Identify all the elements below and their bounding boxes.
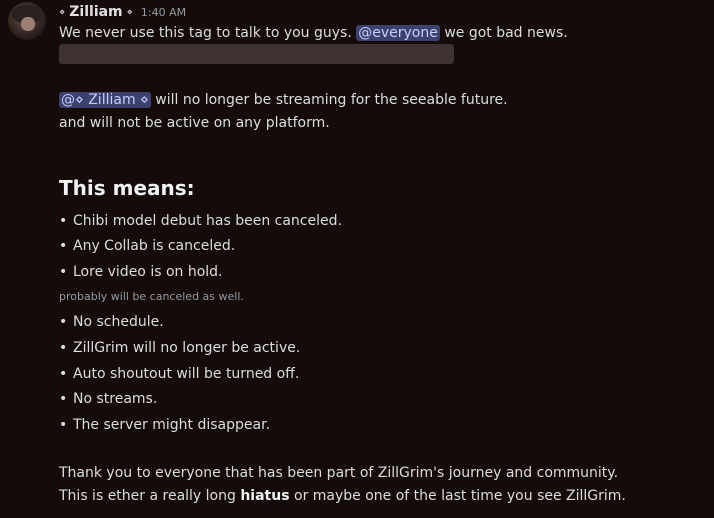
list-item: • Any Collab is canceled. xyxy=(59,237,235,255)
list-item-text: Chibi model debut has been canceled. xyxy=(73,213,342,229)
list-item-text: Lore video is on hold. xyxy=(73,264,223,280)
diamond-icon: ⋄ xyxy=(59,6,66,18)
closing-line-1: Thank you to everyone that has been part… xyxy=(59,465,619,481)
message-text: we got bad news. xyxy=(444,25,568,41)
spoiler-block[interactable] xyxy=(59,44,454,64)
subtext: probably will be canceled as well. xyxy=(59,290,244,303)
list-item: • No streams. xyxy=(59,390,157,408)
list-item-text: ZillGrim will no longer be active. xyxy=(73,340,301,356)
message-text: will no longer be streaming for the seea… xyxy=(155,92,508,108)
list-item: • ZillGrim will no longer be active. xyxy=(59,339,300,357)
list-item-text: The server might disappear. xyxy=(73,417,271,433)
message-header: ⋄ Zilliam ⋄ 1:40 AM xyxy=(59,3,186,21)
list-item-text: No schedule. xyxy=(73,314,164,330)
avatar-face xyxy=(21,17,35,31)
message-text: We never use this tag to talk to you guy… xyxy=(59,25,352,41)
message-text: This is ether a really long xyxy=(59,488,236,504)
message-line-3: and will not be active on any platform. xyxy=(59,115,330,131)
bold-text: hiatus xyxy=(240,488,290,504)
bullet-icon: • xyxy=(59,391,68,407)
bullet-icon: • xyxy=(59,366,68,382)
chat-message: ⋄ Zilliam ⋄ 1:40 AM We never use this ta… xyxy=(0,0,714,518)
bullet-icon: • xyxy=(59,340,68,356)
list-item: • Chibi model debut has been canceled. xyxy=(59,212,342,230)
bullet-icon: • xyxy=(59,238,68,254)
closing-line-2: This is ether a really long hiatus or ma… xyxy=(59,487,626,505)
list-item: • Lore video is on hold. xyxy=(59,263,223,281)
list-item-text: No streams. xyxy=(73,391,158,407)
list-item: • The server might disappear. xyxy=(59,416,270,434)
everyone-mention[interactable]: @everyone xyxy=(356,25,440,41)
list-item: • No schedule. xyxy=(59,313,164,331)
bullet-icon: • xyxy=(59,264,68,280)
list-item-text: Auto shoutout will be turned off. xyxy=(73,366,300,382)
message-line-2: @⋄ Zilliam ⋄ will no longer be streaming… xyxy=(59,91,508,109)
list-item: • Auto shoutout will be turned off. xyxy=(59,365,299,383)
bullet-icon: • xyxy=(59,314,68,330)
user-mention[interactable]: @⋄ Zilliam ⋄ xyxy=(59,92,151,108)
bullet-icon: • xyxy=(59,213,68,229)
username-text: Zilliam xyxy=(69,4,123,20)
avatar[interactable] xyxy=(8,2,46,40)
diamond-icon: ⋄ xyxy=(126,6,133,18)
message-line-1: We never use this tag to talk to you guy… xyxy=(59,24,568,42)
timestamp[interactable]: 1:40 AM xyxy=(141,6,186,19)
heading: This means: xyxy=(59,176,195,200)
list-item-text: Any Collab is canceled. xyxy=(73,238,236,254)
username[interactable]: ⋄ Zilliam ⋄ xyxy=(59,4,133,20)
bullet-icon: • xyxy=(59,417,68,433)
message-text: or maybe one of the last time you see Zi… xyxy=(294,488,626,504)
